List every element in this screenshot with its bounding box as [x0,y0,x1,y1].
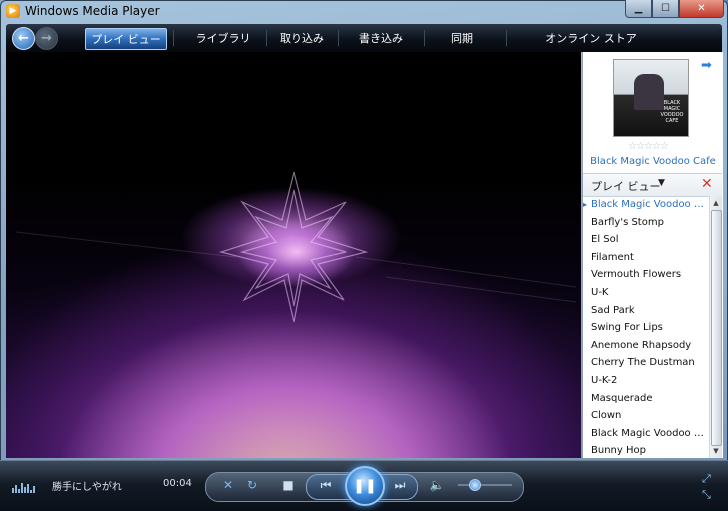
next-icon[interactable]: ⏭ [390,478,410,492]
media-player-icon: ▶ [6,4,20,18]
list-item[interactable]: Sad Park [583,302,709,320]
pause-icon: ❚❚ [353,478,377,494]
tab-divider [338,30,339,46]
list-item[interactable]: U-K [583,284,709,302]
tab-online-store[interactable]: オンライン ストア [531,28,651,48]
navigation-bar: ← → プレイ ビュー ライブラリ 取り込み 書き込み 同期 オンライン ストア [6,24,722,52]
list-item[interactable]: Anemone Rhapsody [583,337,709,355]
playlist: Black Magic Voodoo Ca... Barfly's Stomp … [583,196,709,458]
list-item[interactable]: Cherry The Dustman [583,354,709,372]
scroll-down-icon[interactable]: ▼ [711,446,721,456]
maximize-button[interactable]: ☐ [652,0,679,18]
rating-stars[interactable]: ☆☆☆☆☆ [628,141,669,152]
scroll-up-icon[interactable]: ▲ [711,198,721,208]
repeat-icon[interactable]: ↻ [245,478,259,492]
media-player-window: ▶ Windows Media Player ▁ ☐ ✕ ← → プレイ ビュー… [0,0,728,511]
back-button[interactable]: ← [12,27,35,50]
volume-icon[interactable]: 🔈 [430,478,445,492]
tab-divider [424,30,425,46]
playlist-scrollbar[interactable]: ▲ ▼ [709,196,722,458]
playlist-label[interactable]: プレイ ビュー [591,178,661,194]
forward-arrow-icon: → [41,31,52,46]
list-item[interactable]: Vermouth Flowers [583,266,709,284]
list-item[interactable]: Clown [583,407,709,425]
list-item[interactable]: Bunny Hop [583,442,709,458]
tab-library[interactable]: ライブラリ [183,28,263,48]
minimize-button[interactable]: ▁ [625,0,652,18]
chevron-down-icon[interactable]: ▼ [658,178,665,188]
volume-slider[interactable] [458,484,512,486]
window-controls: ▁ ☐ ✕ [625,0,724,18]
list-item[interactable]: Black Magic Voodoo Ca... [583,425,709,443]
album-art-text: BLACK MAGIC VOODOO CAFE [660,100,684,124]
now-playing-status: 勝手にしやがれ [52,482,122,493]
window-title: Windows Media Player [25,4,160,18]
list-item[interactable]: Masquerade [583,390,709,408]
list-item[interactable]: El Sol [583,231,709,249]
forward-button[interactable]: → [35,27,58,50]
playlist-header: プレイ ビュー ▼ ✕ [583,173,722,197]
tab-divider [506,30,507,46]
shuffle-icon[interactable]: ✕ [221,478,235,492]
list-item[interactable]: U-K-2 [583,372,709,390]
remove-icon[interactable]: ✕ [701,176,713,192]
fullscreen-icon[interactable]: ⤢ [702,472,711,486]
list-item[interactable]: Black Magic Voodoo Ca... [583,196,709,214]
list-item[interactable]: Filament [583,249,709,267]
close-button[interactable]: ✕ [679,0,724,18]
pane-arrow-icon[interactable]: ➡ [701,58,712,73]
switch-to-skin-icon[interactable]: ⤡ [702,488,711,502]
album-title[interactable]: Black Magic Voodoo Cafe [583,156,723,167]
now-playing-pane: BLACK MAGIC VOODOO CAFE ➡ ☆☆☆☆☆ Black Ma… [582,52,723,458]
scroll-thumb[interactable] [711,210,722,446]
tab-divider [173,30,174,46]
tab-now-playing[interactable]: プレイ ビュー [85,28,167,50]
tab-burn[interactable]: 書き込み [342,28,420,48]
pause-button[interactable]: ❚❚ [345,466,385,506]
visualization-burst [15,171,577,323]
list-item[interactable]: Barfly's Stomp [583,214,709,232]
title-bar[interactable]: ▶ Windows Media Player ▁ ☐ ✕ [0,0,728,22]
tab-rip[interactable]: 取り込み [266,28,338,48]
list-item[interactable]: Swing For Lips [583,319,709,337]
back-arrow-icon: ← [18,31,29,46]
album-art[interactable]: BLACK MAGIC VOODOO CAFE [613,59,689,137]
equalizer-icon[interactable] [12,481,36,493]
visualization-area[interactable] [6,52,581,458]
stop-icon[interactable]: ■ [281,478,295,492]
elapsed-time: 00:04 [163,478,192,489]
previous-icon[interactable]: ⏮ [316,478,336,492]
tab-sync[interactable]: 同期 [426,28,498,48]
